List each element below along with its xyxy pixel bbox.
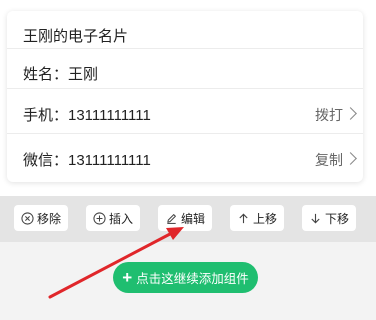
remove-circle-icon (21, 211, 34, 225)
phone-row[interactable]: 手机：13111111111 拨打 (7, 88, 363, 133)
arrow-down-icon (311, 213, 320, 223)
move-down-label: 下移 (324, 211, 349, 226)
remove-label: 移除 (36, 211, 61, 226)
edit-button[interactable]: 编辑 (158, 205, 212, 231)
phone-label: 手机：13111111111 (23, 107, 151, 124)
name-row: 姓名：王刚 (7, 48, 363, 88)
page: 王刚的电子名片 姓名：王刚 手机：13111111111 拨打 微信：13111… (0, 0, 376, 320)
insert-button[interactable]: 插入 (86, 205, 140, 231)
plus-icon: + (122, 268, 133, 287)
add-component-button[interactable]: + 点击这继续添加组件 (113, 262, 258, 293)
pencil-icon (167, 213, 176, 224)
wechat-label: 微信：13111111111 (23, 152, 151, 169)
business-card: 王刚的电子名片 姓名：王刚 手机：13111111111 拨打 微信：13111… (7, 11, 363, 182)
move-up-button[interactable]: 上移 (230, 205, 284, 231)
card-title: 王刚的电子名片 (23, 28, 129, 45)
call-action[interactable]: 拨打 (315, 105, 343, 125)
chevron-right-icon (344, 152, 357, 165)
remove-button[interactable]: 移除 (14, 205, 68, 231)
edit-label: 编辑 (180, 211, 205, 226)
chevron-right-icon (344, 107, 357, 120)
move-up-label: 上移 (252, 211, 277, 226)
add-component-label: 点击这继续添加组件 (136, 272, 249, 286)
move-down-button[interactable]: 下移 (302, 205, 356, 231)
name-label: 姓名：王刚 (23, 66, 99, 83)
add-circle-icon (93, 211, 106, 225)
copy-action[interactable]: 复制 (315, 150, 343, 170)
insert-label: 插入 (108, 211, 133, 226)
wechat-row[interactable]: 微信：13111111111 复制 (7, 133, 363, 182)
component-toolbar: 移除 插入 编辑 上移 下移 (0, 196, 376, 242)
arrow-up-icon (239, 213, 248, 223)
